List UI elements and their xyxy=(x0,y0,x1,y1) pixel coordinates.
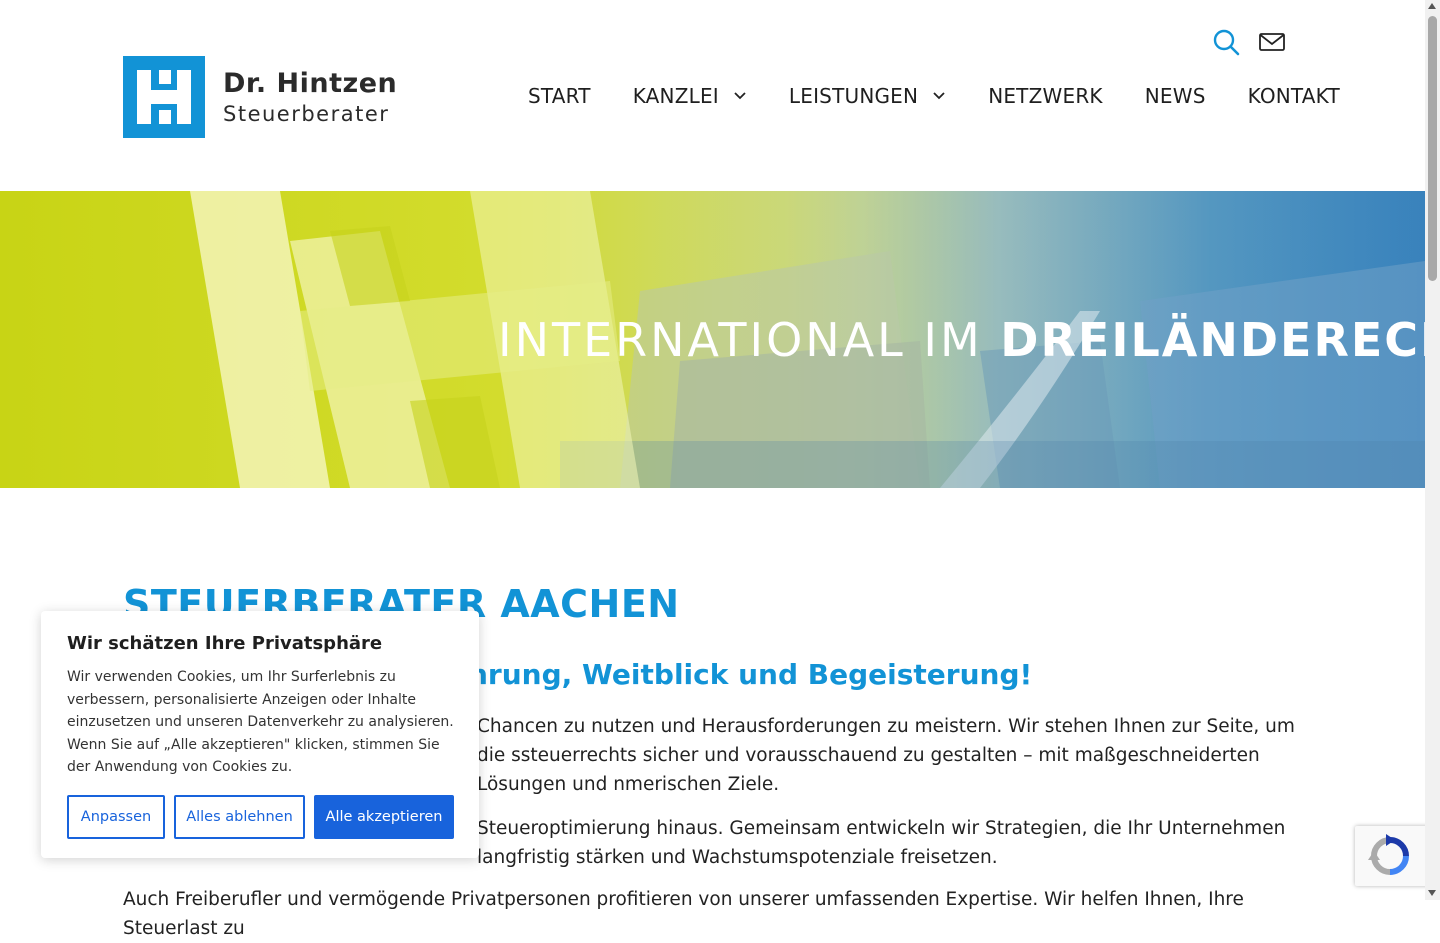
logo-subtitle: Steuerberater xyxy=(223,102,390,126)
mail-icon[interactable] xyxy=(1258,28,1286,56)
nav-item-label: KONTAKT xyxy=(1247,84,1340,108)
scrollbar-thumb[interactable] xyxy=(1428,16,1437,281)
scroll-down-arrow-icon[interactable] xyxy=(1428,890,1436,896)
cookie-text: Wir verwenden Cookies, um Ihr Surferlebn… xyxy=(67,669,454,775)
main-nav: START KANZLEI LEISTUNGEN NETZWERK NEWS K… xyxy=(528,84,1340,108)
cookie-consent-banner: Wir schätzen Ihre Privatsphäre Wir verwe… xyxy=(41,611,479,858)
accept-all-button[interactable]: Alle akzeptieren xyxy=(314,795,454,839)
nav-item-news[interactable]: NEWS xyxy=(1145,84,1206,108)
nav-item-label: KANZLEI xyxy=(632,84,719,108)
hero-title-light: INTERNATIONAL IM xyxy=(498,313,1001,367)
scroll-up-arrow-icon[interactable] xyxy=(1428,3,1436,9)
nav-item-start[interactable]: START xyxy=(528,84,591,108)
hero-title-bold: DREILÄNDERECK xyxy=(1000,313,1425,367)
reject-all-button[interactable]: Alles ablehnen xyxy=(174,795,305,839)
page-subtitle: nrung, Weitblick und Begeisterung! xyxy=(468,658,1033,691)
body-paragraph: Auch Freiberufler und vermögende Privatp… xyxy=(123,889,1244,939)
nav-item-label: NEWS xyxy=(1144,84,1206,108)
cookie-buttons: Anpassen Alles ablehnen Alle akzeptieren xyxy=(67,795,454,839)
nav-item-leistungen[interactable]: LEISTUNGEN xyxy=(789,84,946,108)
nav-item-label: NETZWERK xyxy=(988,84,1103,108)
logo-name: Dr. Hintzen xyxy=(223,68,398,99)
hero-title: INTERNATIONAL IM DREILÄNDERECK xyxy=(498,313,1425,367)
nav-item-kontakt[interactable]: KONTAKT xyxy=(1248,84,1340,108)
chevron-down-icon xyxy=(734,92,746,100)
search-icon[interactable] xyxy=(1212,28,1240,56)
nav-item-label: LEISTUNGEN xyxy=(788,84,919,108)
nav-item-label: START xyxy=(528,84,591,108)
logo-mark-icon xyxy=(123,56,205,138)
body-paragraph: Steueroptimierung hinaus. Gemeinsam entw… xyxy=(477,818,1286,868)
recaptcha-badge[interactable] xyxy=(1355,826,1435,886)
site-logo[interactable]: Dr. Hintzen Steuerberater xyxy=(123,56,397,138)
nav-item-kanzlei[interactable]: KANZLEI xyxy=(633,84,747,108)
customize-button[interactable]: Anpassen xyxy=(67,795,165,839)
page-scrollbar[interactable] xyxy=(1425,0,1440,900)
cookie-title: Wir schätzen Ihre Privatsphäre xyxy=(67,633,383,654)
intro-paragraph: Chancen zu nutzen und Herausforderungen … xyxy=(477,716,1295,795)
nav-item-netzwerk[interactable]: NETZWERK xyxy=(988,84,1103,108)
recaptcha-icon xyxy=(1368,834,1409,875)
chevron-down-icon xyxy=(933,92,945,100)
header-utility-icons xyxy=(1212,28,1286,56)
site-header: Dr. Hintzen Steuerberater START KANZLEI … xyxy=(0,0,1425,191)
hero-banner: INTERNATIONAL IM DREILÄNDERECK xyxy=(0,191,1425,488)
